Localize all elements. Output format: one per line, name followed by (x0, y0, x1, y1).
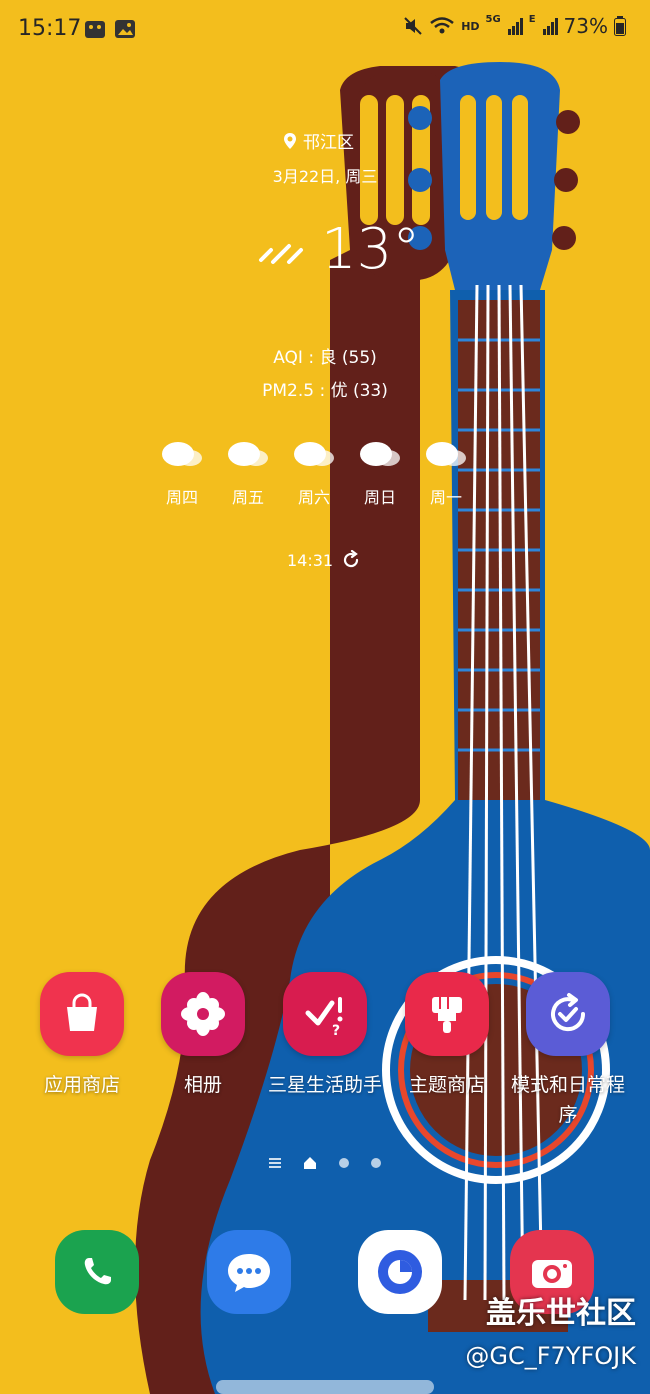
updated-time: 14:31 (287, 550, 334, 570)
page-indicator[interactable] (269, 1156, 381, 1170)
location-pin-icon (284, 132, 296, 149)
gallery-notification-icon (115, 20, 135, 38)
page-dot[interactable] (339, 1158, 349, 1168)
rain-icon (259, 244, 303, 264)
temperature: 13° (321, 217, 421, 282)
gesture-handle[interactable] (216, 1380, 434, 1394)
pm25-text: PM2.5 : 优 (33) (262, 381, 388, 401)
routine-check-icon[interactable] (526, 972, 610, 1056)
forecast-day-label: 周四 (165, 488, 198, 507)
status-time: 15:17 (18, 16, 82, 41)
phone-icon[interactable] (55, 1230, 139, 1314)
status-right-group: HD 5G E 73% (403, 14, 626, 38)
status-bar: 15:17 HD 5G E 73% (0, 0, 650, 60)
hd-label: HD (461, 19, 480, 33)
location-label: 邗江区 (303, 133, 354, 153)
shopping-bag-icon[interactable] (40, 972, 124, 1056)
weather-date: 3月22日, 周三 (272, 167, 378, 186)
wifi-icon (430, 17, 454, 34)
app-modes-routines[interactable]: 模式和日常程序 (508, 972, 628, 1130)
battery-percent: 73% (563, 14, 608, 38)
check-exclaim-icon[interactable]: ? (283, 972, 367, 1056)
forecast-day: 周五 (226, 438, 270, 508)
forecast-day-label: 周五 (231, 488, 264, 507)
app-gallery[interactable]: 相册 (143, 972, 263, 1100)
weather-refresh[interactable]: 14:31 (287, 550, 361, 570)
app-label: 模式和日常程序 (510, 1074, 625, 1126)
chat-bubble-icon[interactable] (207, 1230, 291, 1314)
weather-forecast: 周四 周五 周六 周日 周一 (160, 438, 468, 508)
battery-icon (614, 16, 626, 36)
e-label: E (528, 13, 536, 25)
app-label: 三星生活助手 (267, 1074, 382, 1096)
app-label: 应用商店 (43, 1074, 120, 1096)
watermark-line2: @GC_F7YFOJK (465, 1342, 636, 1370)
forecast-day-label: 周一 (429, 488, 462, 507)
forecast-day: 周一 (424, 438, 468, 508)
cloud-icon (426, 442, 466, 466)
aqi-text: AQI : 良 (55) (273, 348, 377, 368)
svg-text:?: ? (332, 1023, 340, 1039)
cloud-icon (360, 442, 400, 466)
weather-current[interactable]: 13° (255, 220, 420, 280)
forecast-day-label: 周六 (297, 488, 330, 507)
flower-icon[interactable] (161, 972, 245, 1056)
wallpaper (0, 0, 650, 1394)
cloud-icon (294, 442, 334, 466)
internet-icon[interactable] (358, 1230, 442, 1314)
app-label: 主题商店 (408, 1074, 485, 1096)
forecast-day: 周日 (358, 438, 402, 508)
app-samsung-life-assistant[interactable]: ? 三星生活助手 (265, 972, 385, 1100)
weather-location[interactable]: 邗江区 (283, 128, 354, 153)
cloud-icon (162, 442, 202, 466)
forecast-day-label: 周日 (363, 488, 396, 507)
refresh-icon[interactable] (341, 550, 361, 570)
menu-lines-icon[interactable] (269, 1157, 281, 1169)
5g-label: 5G (485, 13, 501, 25)
home-page-icon[interactable] (303, 1156, 317, 1170)
cloud-icon (228, 442, 268, 466)
forecast-day: 周四 (160, 438, 204, 508)
app-galaxy-store[interactable]: 应用商店 (22, 972, 142, 1100)
notification-app-icon (85, 21, 105, 38)
watermark-line1: 盖乐世社区 (486, 1296, 636, 1331)
signal-icon (507, 18, 523, 35)
mute-icon (404, 17, 422, 35)
app-theme-store[interactable]: 主题商店 (387, 972, 507, 1100)
paintbrush-icon[interactable] (405, 972, 489, 1056)
page-dot[interactable] (371, 1158, 381, 1168)
app-label: 相册 (183, 1074, 222, 1096)
signal-icon-2 (542, 18, 558, 35)
forecast-day: 周六 (292, 438, 336, 508)
